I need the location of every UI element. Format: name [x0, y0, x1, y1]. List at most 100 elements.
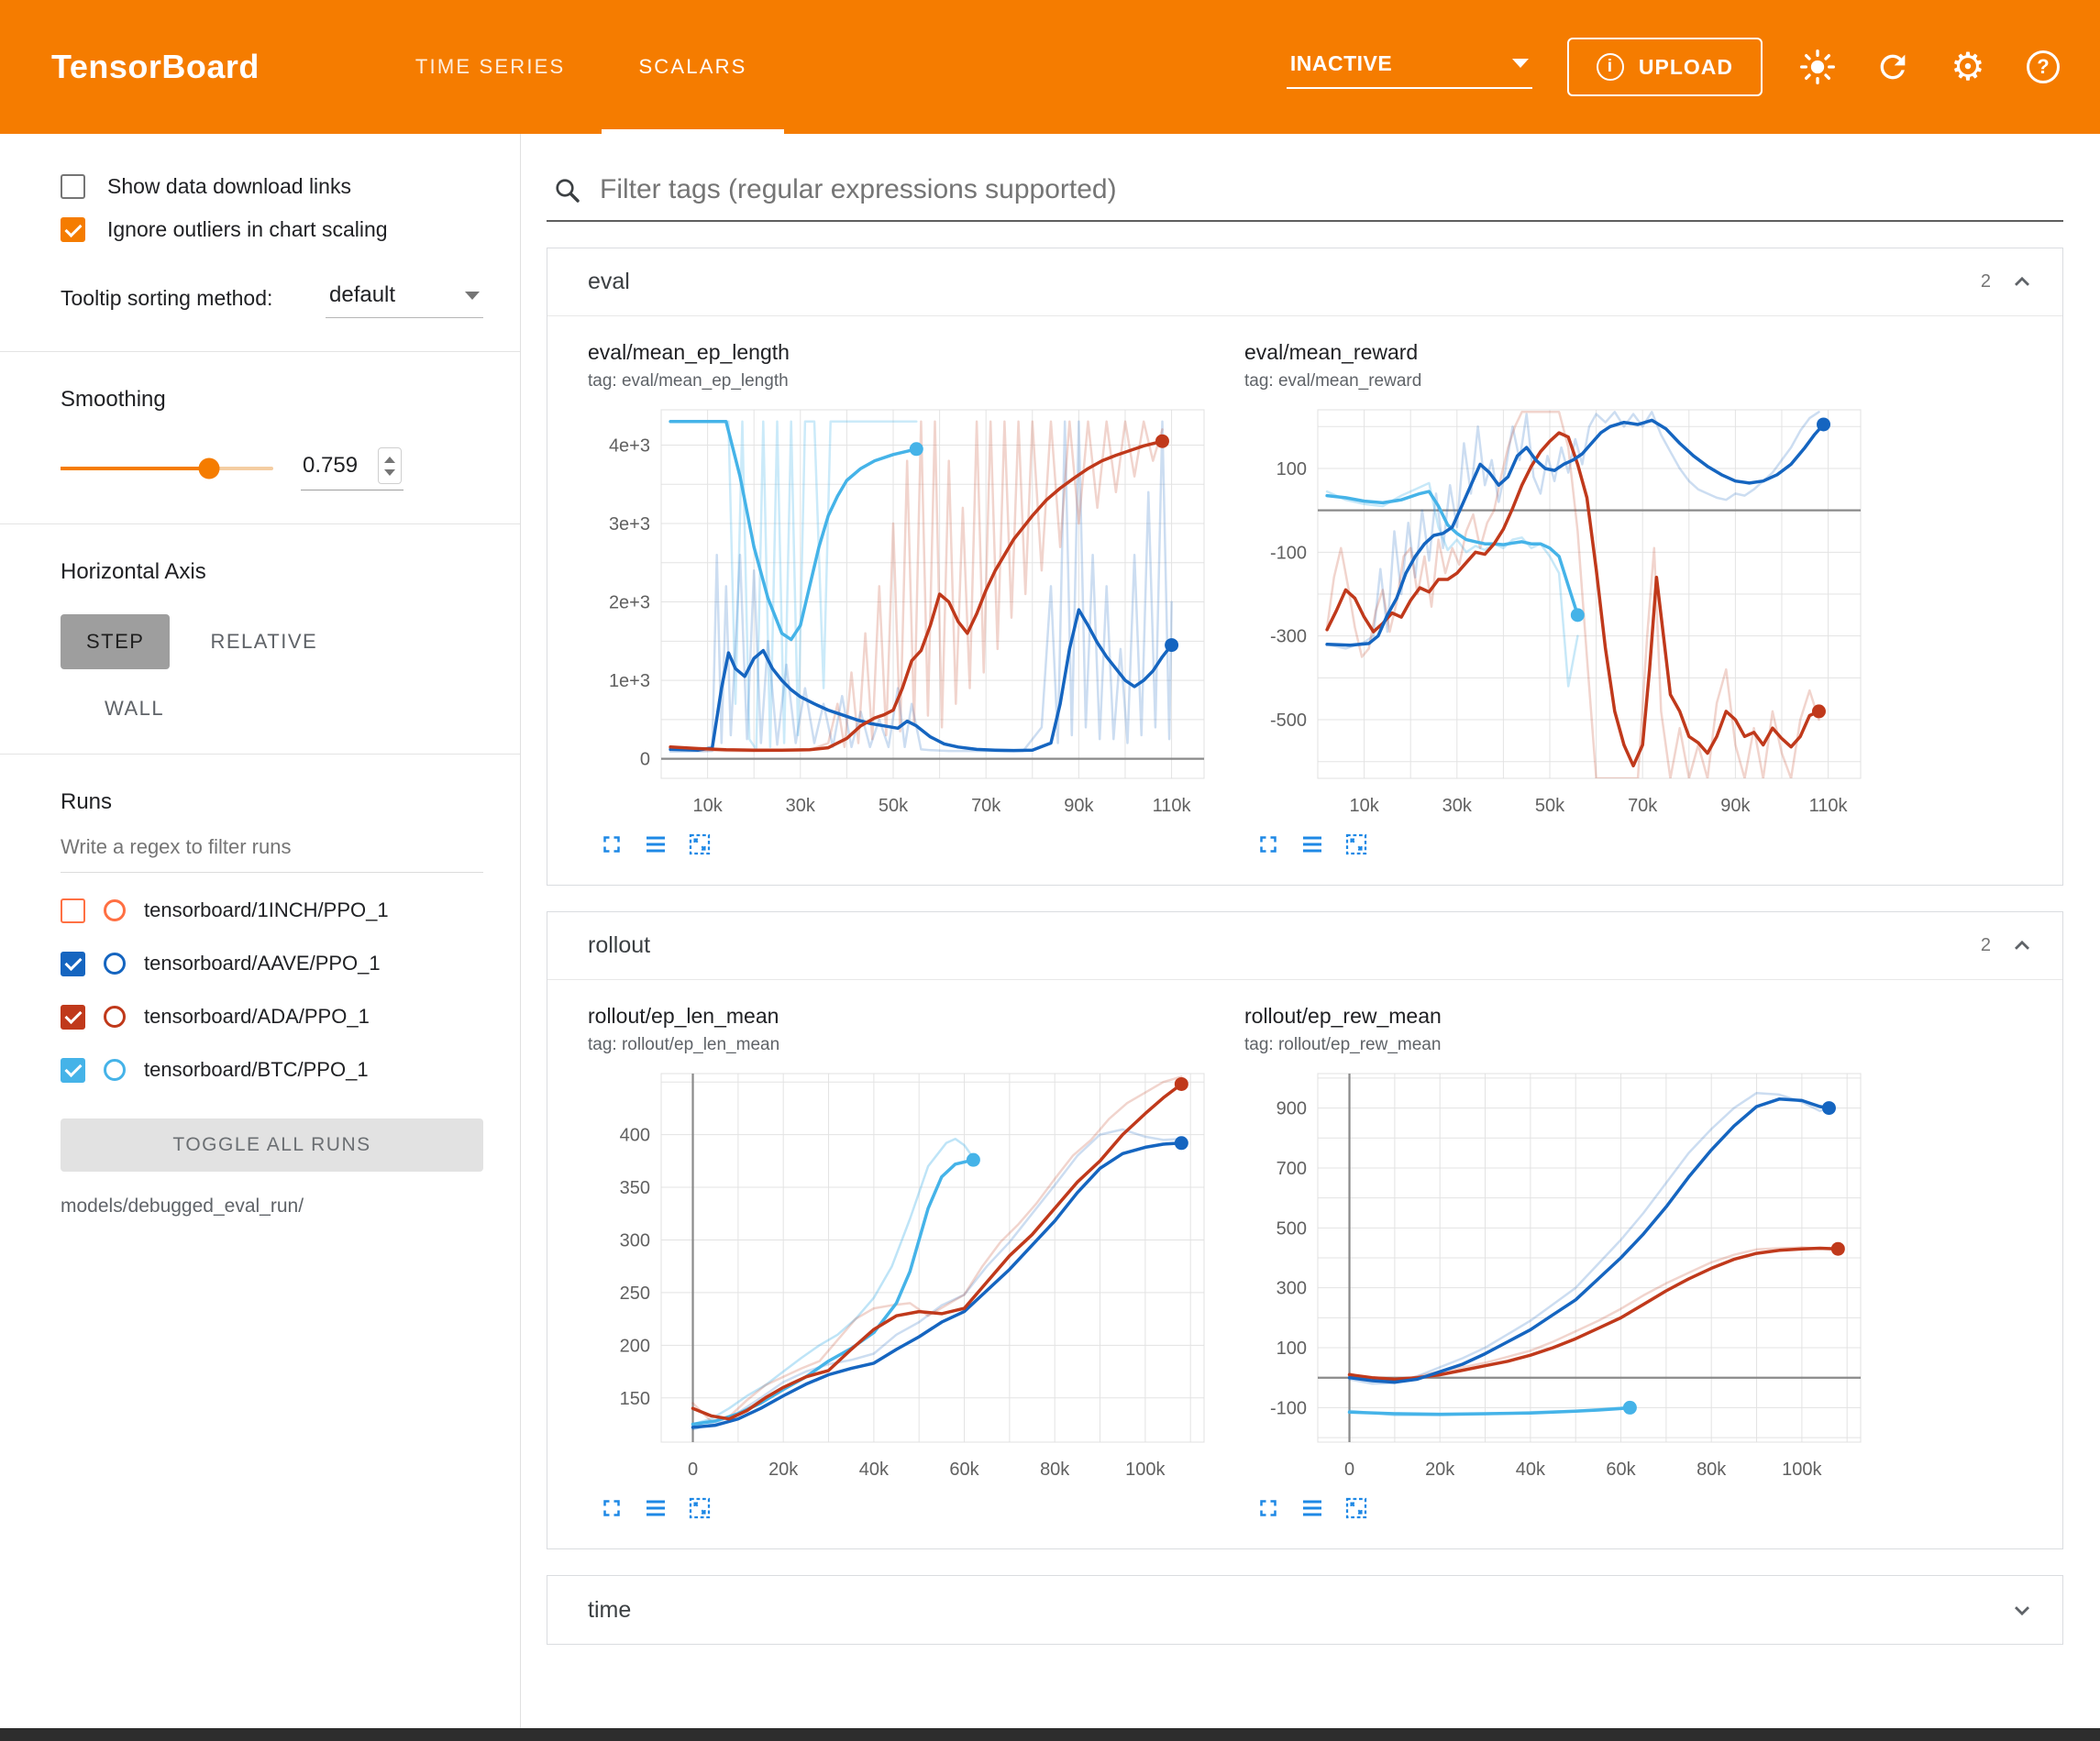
run-color-radio[interactable] — [104, 1059, 126, 1081]
tooltip-sorting-value: default — [329, 282, 395, 308]
fit-domain-icon[interactable] — [1342, 1493, 1371, 1523]
svg-text:20k: 20k — [768, 1460, 799, 1480]
main-tabs: TIME SERIES SCALARS — [379, 0, 784, 134]
toggle-all-runs-button[interactable]: TOGGLE ALL RUNS — [61, 1118, 483, 1172]
smoothing-row — [61, 446, 483, 490]
chevron-up-icon[interactable] — [2009, 933, 2035, 959]
svg-text:200: 200 — [620, 1336, 650, 1356]
fit-domain-icon[interactable] — [685, 830, 714, 859]
runs-base-path: models/debugged_eval_run/ — [61, 1196, 483, 1218]
stepper-up-icon[interactable] — [384, 457, 395, 463]
chart-plot[interactable]: 020k40k60k80k100k150200250300350400 — [588, 1059, 1221, 1490]
info-icon: i — [1597, 53, 1624, 81]
refresh-icon[interactable] — [1873, 47, 1913, 87]
stepper-down-icon[interactable] — [384, 469, 395, 476]
brightness-icon[interactable] — [1797, 47, 1838, 87]
active-dashboards-dropdown[interactable]: INACTIVE — [1287, 46, 1532, 89]
svg-text:1e+3: 1e+3 — [609, 671, 650, 691]
svg-text:700: 700 — [1277, 1159, 1307, 1179]
tooltip-sorting-label: Tooltip sorting method: — [61, 284, 294, 313]
svg-text:60k: 60k — [1606, 1460, 1636, 1480]
run-row[interactable]: tensorboard/1INCH/PPO_1 — [61, 884, 483, 937]
svg-text:10k: 10k — [692, 796, 723, 816]
svg-text:70k: 70k — [1628, 796, 1658, 816]
tab-time-series[interactable]: TIME SERIES — [379, 0, 602, 134]
chart-tag: tag: rollout/ep_len_mean — [588, 1035, 1221, 1055]
section-time: time — [547, 1575, 2063, 1645]
expand-chart-icon[interactable] — [597, 1493, 626, 1523]
runs-filter-input[interactable] — [61, 824, 483, 873]
svg-text:90k: 90k — [1720, 796, 1751, 816]
expand-chart-icon[interactable] — [597, 830, 626, 859]
ignore-outliers-label: Ignore outliers in chart scaling — [107, 217, 388, 242]
chart-tag: tag: rollout/ep_rew_mean — [1244, 1035, 1877, 1055]
slider-handle[interactable] — [199, 457, 220, 479]
data-series-icon[interactable] — [1298, 1493, 1327, 1523]
settings-gear-icon[interactable]: ⚙ — [1948, 47, 1988, 87]
help-icon[interactable]: ? — [2023, 47, 2063, 87]
filter-tags-input[interactable] — [600, 174, 2058, 205]
svg-text:-100: -100 — [1270, 1398, 1307, 1418]
chart-widget: rollout/ep_rew_mean tag: rollout/ep_rew_… — [1244, 1004, 1877, 1523]
axis-step-button[interactable]: STEP — [61, 614, 170, 669]
bottom-strip — [0, 1728, 2100, 1741]
section-eval: eval 2 eval/mean_ep_length tag: eval/mea… — [547, 248, 2063, 886]
sidebar-divider — [0, 351, 520, 352]
tooltip-sorting-dropdown[interactable]: default — [326, 279, 483, 318]
svg-text:30k: 30k — [1442, 796, 1473, 816]
show-download-links-toggle[interactable]: Show data download links — [61, 174, 483, 199]
chart-plot[interactable]: 10k30k50k70k90k110k01e+32e+33e+34e+3 — [588, 395, 1221, 826]
settings-sidebar: Show data download links Ignore outliers… — [0, 134, 521, 1741]
svg-text:80k: 80k — [1697, 1460, 1727, 1480]
run-color-radio[interactable] — [104, 1006, 126, 1028]
chart-plot[interactable]: 020k40k60k80k100k-100100300500700900 — [1244, 1059, 1877, 1490]
fit-domain-icon[interactable] — [1342, 830, 1371, 859]
upload-button[interactable]: i UPLOAD — [1567, 38, 1763, 96]
tab-scalars[interactable]: SCALARS — [602, 0, 783, 134]
run-checkbox[interactable] — [61, 1005, 85, 1030]
axis-wall-button[interactable]: WALL — [105, 697, 164, 721]
chart-plot[interactable]: 10k30k50k70k90k110k100-100-300-500 — [1244, 395, 1877, 826]
data-series-icon[interactable] — [641, 1493, 670, 1523]
expand-chart-icon[interactable] — [1254, 830, 1283, 859]
run-color-radio[interactable] — [104, 953, 126, 975]
svg-text:-100: -100 — [1270, 543, 1307, 563]
data-series-icon[interactable] — [1298, 830, 1327, 859]
section-rollout-header[interactable]: rollout 2 — [547, 912, 2062, 980]
chart-title: eval/mean_reward — [1244, 340, 1877, 365]
chevron-down-icon[interactable] — [2009, 1597, 2035, 1623]
smoothing-slider[interactable] — [61, 467, 273, 470]
run-color-radio[interactable] — [104, 899, 126, 921]
checkbox-checked-icon[interactable] — [61, 217, 85, 242]
svg-text:60k: 60k — [949, 1460, 979, 1480]
svg-text:350: 350 — [620, 1178, 650, 1198]
section-title: eval — [588, 269, 630, 295]
section-count: 2 — [1981, 271, 1991, 292]
section-time-header[interactable]: time — [547, 1576, 2062, 1644]
expand-chart-icon[interactable] — [1254, 1493, 1283, 1523]
ignore-outliers-toggle[interactable]: Ignore outliers in chart scaling — [61, 217, 483, 242]
sidebar-divider — [0, 754, 520, 755]
sidebar-divider — [0, 523, 520, 524]
svg-text:30k: 30k — [786, 796, 816, 816]
data-series-icon[interactable] — [641, 830, 670, 859]
app-title: TensorBoard — [51, 48, 260, 86]
svg-text:-300: -300 — [1270, 627, 1307, 647]
number-stepper[interactable] — [378, 447, 402, 484]
chevron-up-icon[interactable] — [2009, 270, 2035, 295]
svg-text:900: 900 — [1277, 1099, 1307, 1119]
run-checkbox[interactable] — [61, 898, 85, 923]
axis-relative-button[interactable]: RELATIVE — [210, 630, 317, 654]
run-row[interactable]: tensorboard/BTC/PPO_1 — [61, 1043, 483, 1096]
smoothing-value-input[interactable] — [303, 453, 372, 479]
fit-domain-icon[interactable] — [685, 1493, 714, 1523]
active-dashboards-value: INACTIVE — [1290, 51, 1392, 76]
checkbox-unchecked-icon[interactable] — [61, 174, 85, 199]
section-eval-header[interactable]: eval 2 — [547, 248, 2062, 316]
run-checkbox[interactable] — [61, 1058, 85, 1083]
chart-actions — [588, 830, 1221, 859]
run-row[interactable]: tensorboard/AAVE/PPO_1 — [61, 937, 483, 990]
run-checkbox[interactable] — [61, 952, 85, 976]
svg-text:150: 150 — [620, 1389, 650, 1409]
run-row[interactable]: tensorboard/ADA/PPO_1 — [61, 990, 483, 1043]
